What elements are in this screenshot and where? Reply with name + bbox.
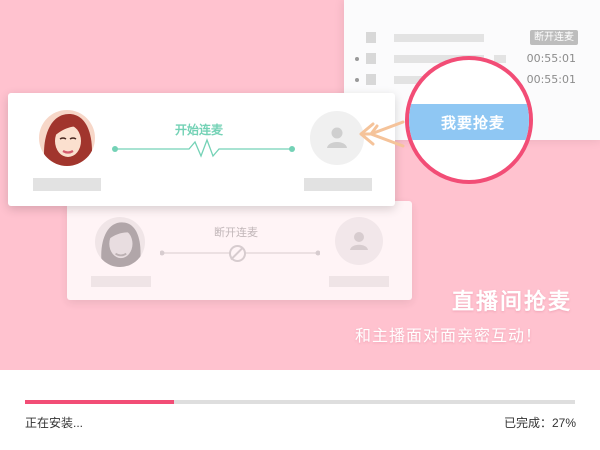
placeholder-name-bar	[91, 276, 151, 287]
guest-avatar-placeholder	[310, 111, 364, 165]
host-avatar	[95, 217, 145, 267]
checkbox-icon	[366, 53, 376, 64]
placeholder-name-bar	[304, 178, 372, 191]
duration-text: 00:55:01	[526, 73, 576, 86]
placeholder-text-bar	[394, 34, 484, 42]
girl-portrait-icon	[95, 217, 145, 267]
user-icon	[350, 232, 368, 250]
arrow-left-icon	[359, 120, 405, 148]
placeholder-name-bar	[329, 276, 389, 287]
promo-banner: 断开连麦 00:55:01 00:55:01 断开连麦 开始连麦 我要抢麦 直播…	[0, 0, 600, 370]
grab-mic-button[interactable]: 我要抢麦	[409, 104, 529, 140]
user-icon	[327, 127, 347, 148]
disconnect-label: 断开连麦	[214, 227, 258, 239]
install-progress-bar	[25, 400, 575, 404]
bullet-icon	[355, 78, 359, 82]
disconnect-tag: 断开连麦	[530, 30, 578, 45]
install-progress-fill	[25, 400, 174, 404]
disconnected-card: 断开连麦	[67, 201, 412, 300]
slogan-subtitle: 和主播面对面亲密互动！	[354, 328, 542, 345]
checkbox-icon	[366, 74, 376, 85]
bullet-icon	[355, 57, 359, 61]
list-item: 断开连麦	[344, 27, 600, 49]
host-avatar	[39, 110, 95, 166]
co-host-card: 开始连麦	[8, 93, 395, 206]
duration-text: 00:55:01	[526, 52, 576, 65]
placeholder-name-bar	[33, 178, 101, 191]
magnifier-callout: 我要抢麦	[405, 56, 533, 184]
guest-avatar-placeholder	[335, 217, 383, 265]
install-percent-text: 已完成：27%	[503, 416, 576, 430]
install-status-text: 正在安装...	[25, 416, 84, 430]
connection-pulse-line	[112, 138, 295, 158]
checkbox-icon	[366, 32, 376, 43]
forbidden-icon	[229, 245, 246, 262]
girl-portrait-icon	[39, 110, 95, 166]
start-connect-label: 开始连麦	[175, 123, 224, 137]
slogan-title: 直播间抢麦	[451, 289, 572, 314]
